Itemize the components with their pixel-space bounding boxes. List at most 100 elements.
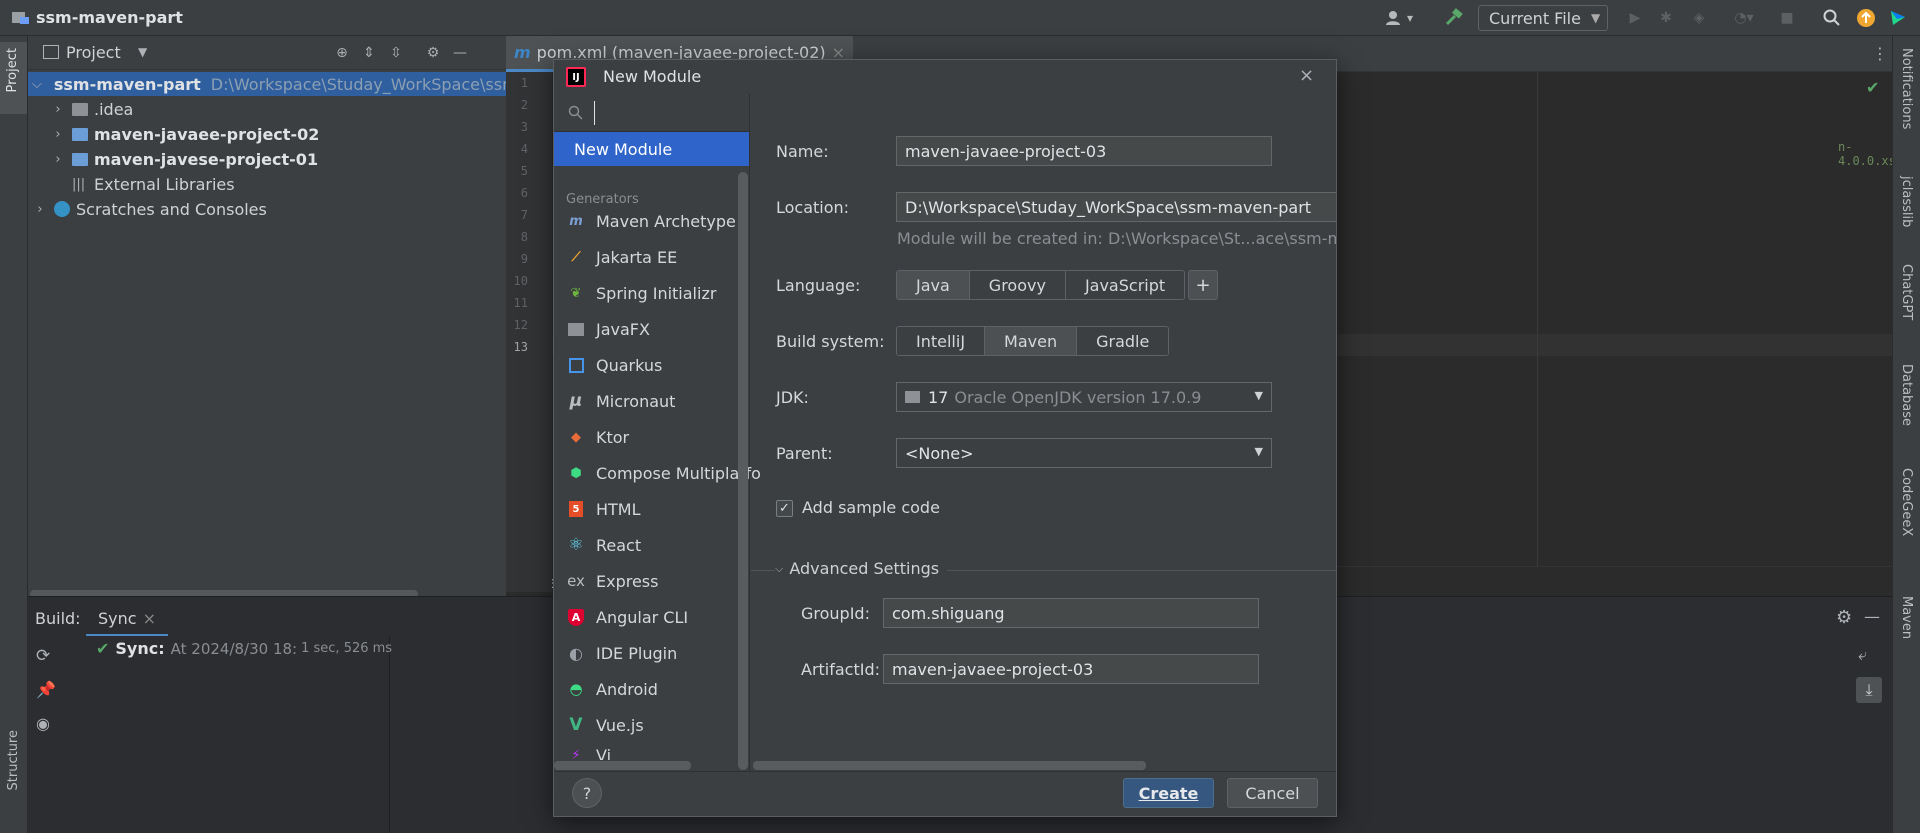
generator-micronaut[interactable]: μ Micronaut <box>566 386 676 416</box>
profile-icon[interactable]: ◔▾ <box>1725 8 1763 28</box>
sync-result-row[interactable]: ✔ Sync: At 2024/8/30 18: 1 sec, 526 ms <box>96 639 392 658</box>
sample-code-label[interactable]: Add sample code <box>802 498 940 517</box>
generator-react[interactable]: ⚛ React <box>566 530 641 560</box>
scroll-to-end-icon[interactable]: ⤓ <box>1856 677 1882 703</box>
locate-icon[interactable]: ⊕ <box>332 43 352 63</box>
vcs-user-icon[interactable]: ▾ <box>1385 8 1421 28</box>
generator-vite[interactable]: ⚡ Vi <box>566 746 611 760</box>
chevron-right-icon[interactable]: › <box>50 152 66 167</box>
chatgpt-toolwindow-button[interactable]: ChatGPT <box>1899 264 1914 320</box>
expand-all-icon[interactable]: ⇕ <box>359 43 379 63</box>
artifactid-input[interactable]: maven-javaee-project-03 <box>883 654 1259 684</box>
chevron-right-icon[interactable]: › <box>50 102 66 117</box>
run-config-select[interactable]: Current File ▼ <box>1478 5 1608 31</box>
generator-express[interactable]: ex Express <box>566 566 658 596</box>
toolbox-logo-icon[interactable] <box>1888 8 1908 28</box>
library-icon: ||| <box>72 176 86 192</box>
list-item-new-module[interactable]: New Module <box>554 132 749 166</box>
jclasslib-toolwindow-button[interactable]: jclasslib <box>1899 176 1914 227</box>
generator-ktor[interactable]: ◆ Ktor <box>566 422 629 452</box>
jdk-select[interactable]: 17 Oracle OpenJDK version 17.0.9 ▼ <box>896 382 1272 412</box>
project-toolwindow-button[interactable]: Project <box>0 42 27 114</box>
gear-icon[interactable]: ⚙ <box>423 43 443 63</box>
build-option-gradle[interactable]: Gradle <box>1077 327 1168 355</box>
eye-icon[interactable]: ◉ <box>36 714 50 733</box>
generator-android[interactable]: ◓ Android <box>566 674 657 704</box>
notifications-toolwindow-button[interactable]: Notifications <box>1899 48 1914 129</box>
advanced-settings-toggle[interactable]: ⌵ Advanced Settings <box>775 559 948 578</box>
chevron-down-icon[interactable]: ⌵ <box>32 77 42 92</box>
codegeex-toolwindow-button[interactable]: CodeGeeX <box>1899 468 1914 536</box>
structure-toolwindow-label: Structure <box>6 730 21 791</box>
language-selector: Java Groovy JavaScript <box>896 270 1186 300</box>
update-icon[interactable] <box>1856 8 1876 28</box>
project-title[interactable]: ssm-maven-part <box>36 8 183 27</box>
line-number: 6 <box>520 186 528 200</box>
language-option-java[interactable]: Java <box>897 271 970 299</box>
check-icon: ✔ <box>96 639 110 658</box>
pin-icon[interactable]: 📌 <box>36 680 56 699</box>
build-hammer-icon[interactable] <box>1444 8 1464 28</box>
build-option-maven[interactable]: Maven <box>985 327 1078 355</box>
language-option-groovy[interactable]: Groovy <box>970 271 1066 299</box>
generator-javafx[interactable]: JavaFX <box>566 314 650 344</box>
generator-quarkus[interactable]: Quarkus <box>566 350 662 380</box>
debug-icon[interactable]: ✱ <box>1656 8 1676 28</box>
coverage-icon[interactable]: ◈ <box>1689 8 1709 28</box>
chevron-right-icon[interactable]: › <box>50 127 66 142</box>
search-icon[interactable] <box>1822 8 1842 28</box>
name-input[interactable]: maven-javaee-project-03 <box>896 136 1272 166</box>
generator-jakarta-ee[interactable]: ⟋ Jakarta EE <box>566 242 677 272</box>
run-icon[interactable]: ▶ <box>1625 8 1645 28</box>
help-button[interactable]: ? <box>572 778 602 808</box>
stop-icon[interactable]: ■ <box>1777 8 1797 28</box>
add-language-button[interactable]: + <box>1188 270 1218 300</box>
generator-angular[interactable]: A Angular CLI <box>566 602 688 632</box>
search-input[interactable] <box>594 101 734 125</box>
list-scrollbar[interactable] <box>738 172 748 770</box>
chevron-down-icon[interactable]: ▼ <box>138 45 147 59</box>
gear-icon[interactable]: ⚙ <box>1836 607 1852 628</box>
close-icon[interactable]: × <box>143 609 156 628</box>
soft-wrap-icon[interactable]: ⤶ <box>1858 645 1867 665</box>
minimize-icon[interactable]: — <box>450 43 470 63</box>
refresh-icon[interactable]: ⟳ <box>36 646 50 666</box>
parent-select[interactable]: <None> ▼ <box>896 438 1272 468</box>
location-input[interactable]: D:\Workspace\Studay_WorkSpace\ssm-maven-… <box>896 192 1336 222</box>
tree-row-module-02[interactable]: › maven-javaee-project-02 <box>50 122 319 146</box>
language-label: Language: <box>776 276 861 295</box>
sample-code-checkbox[interactable]: ✓ <box>776 500 793 517</box>
form-horizontal-scrollbar[interactable] <box>753 761 1146 770</box>
name-label: Name: <box>776 142 829 161</box>
more-options-icon[interactable]: ⋮ <box>1872 44 1888 63</box>
jdk-version: 17 <box>928 387 949 407</box>
generator-maven-archetype[interactable]: m Maven Archetype <box>566 206 736 236</box>
generator-compose[interactable]: ⬢ Compose Multiplatfo <box>566 458 761 488</box>
tree-row-module-01[interactable]: › maven-javese-project-01 <box>50 147 318 171</box>
create-button[interactable]: Create <box>1123 778 1214 808</box>
tree-row-root[interactable]: ⌵ ssm-maven-part D:\Workspace\Studay_Wor… <box>28 72 518 96</box>
minimize-icon[interactable]: — <box>1864 607 1880 626</box>
database-toolwindow-button[interactable]: Database <box>1899 364 1914 426</box>
language-option-javascript[interactable]: JavaScript <box>1066 271 1184 299</box>
build-option-intellij[interactable]: IntelliJ <box>897 327 986 355</box>
tree-row-scratches[interactable]: › Scratches and Consoles <box>28 197 266 221</box>
maven-toolwindow-button[interactable]: Maven <box>1899 596 1914 639</box>
tab-sync[interactable]: Sync × <box>86 597 168 637</box>
cancel-button[interactable]: Cancel <box>1227 778 1318 808</box>
generator-vue[interactable]: V Vue.js <box>566 710 643 740</box>
chevron-right-icon[interactable]: › <box>32 202 48 217</box>
generator-ide-plugin[interactable]: ◐ IDE Plugin <box>566 638 677 668</box>
close-icon[interactable]: × <box>1299 65 1314 86</box>
structure-toolwindow-button[interactable]: Structure <box>0 726 27 816</box>
parent-label: Parent: <box>776 444 833 463</box>
project-panel-title[interactable]: Project <box>66 43 121 62</box>
tree-row-idea[interactable]: › .idea <box>50 97 133 121</box>
generator-spring[interactable]: ❦ Spring Initializr <box>566 278 717 308</box>
tree-row-external-libraries[interactable]: ||| External Libraries <box>50 172 235 196</box>
list-horizontal-scrollbar[interactable] <box>554 761 691 770</box>
generator-html[interactable]: 5 HTML <box>566 494 641 524</box>
collapse-all-icon[interactable]: ⇳ <box>386 43 406 63</box>
groupid-input[interactable]: com.shiguang <box>883 598 1259 628</box>
search-box[interactable] <box>554 94 749 132</box>
